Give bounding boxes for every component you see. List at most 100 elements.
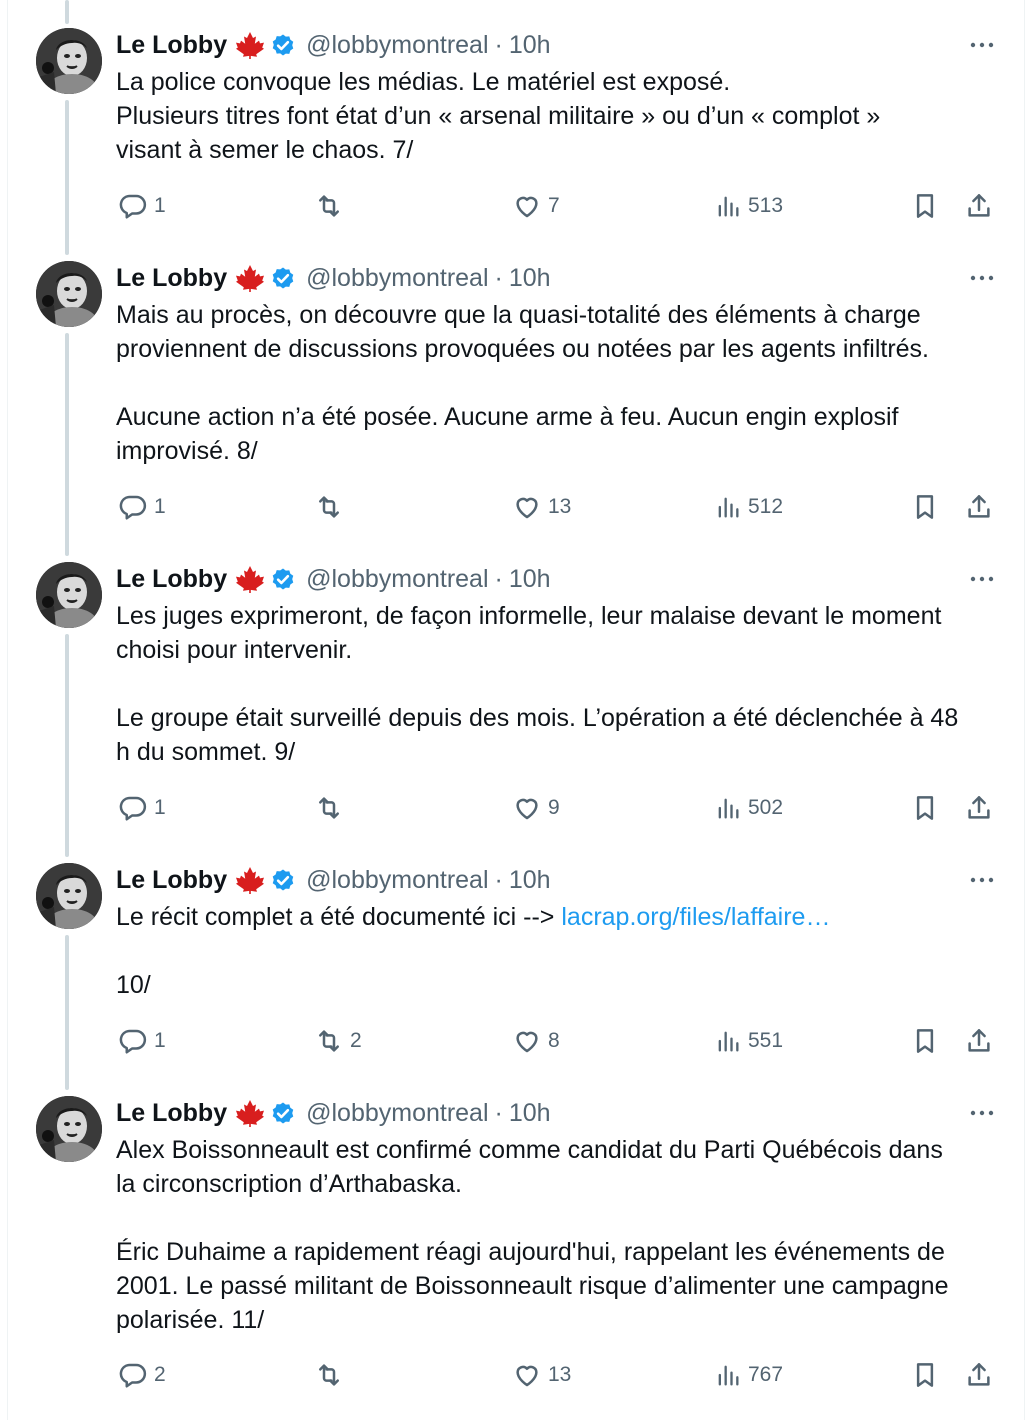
verified-badge-icon[interactable]	[269, 565, 297, 593]
more-options-icon[interactable]	[966, 28, 998, 62]
tweet-text-segment: Le groupe était surveillé depuis des moi…	[116, 704, 959, 732]
like-button[interactable]: 9	[512, 791, 560, 825]
heart-icon	[512, 191, 542, 221]
retweet-button[interactable]	[314, 791, 350, 825]
reply-button[interactable]: 1	[118, 490, 166, 524]
tweet-text-segment: la circonscription d’Arthabaska.	[116, 1170, 462, 1198]
timestamp[interactable]: 10h	[509, 31, 551, 60]
like-button[interactable]: 7	[512, 189, 560, 223]
retweet-button[interactable]	[314, 490, 350, 524]
avatar[interactable]	[36, 1096, 102, 1162]
reply-icon	[118, 793, 148, 823]
tweet-text-segment: Le récit complet a été documenté ici -->	[116, 903, 562, 931]
reply-button[interactable]: 1	[118, 189, 166, 223]
timestamp[interactable]: 10h	[509, 565, 551, 594]
author-handle[interactable]: @lobbymontreal	[306, 565, 488, 594]
bookmark-button[interactable]	[910, 1024, 940, 1058]
bookmark-button[interactable]	[910, 1358, 940, 1392]
timestamp[interactable]: 10h	[509, 1099, 551, 1128]
avatar[interactable]	[36, 863, 102, 929]
tweet-text-segment: Alex Boissonneault est confirmé comme ca…	[116, 1136, 943, 1164]
share-button[interactable]	[964, 1358, 994, 1392]
likes-count: 13	[548, 1363, 572, 1386]
tweet-text-segment: visant à semer le chaos. 7/	[116, 136, 414, 164]
reply-button[interactable]: 2	[118, 1358, 166, 1392]
tweet[interactable]: Le Lobby @lobbymontreal · 10h La police conv…	[0, 0, 1030, 255]
views-button[interactable]: 551	[714, 1024, 783, 1058]
author-handle[interactable]: @lobbymontreal	[306, 31, 488, 60]
share-button[interactable]	[964, 1024, 994, 1058]
author-name[interactable]: Le Lobby	[116, 264, 227, 293]
thread-connector-line	[65, 935, 69, 1090]
views-chart-icon	[714, 1027, 742, 1055]
tweet-text-line: Éric Duhaime a rapidement réagi aujourd'…	[116, 1235, 996, 1269]
tweet-text-segment: Éric Duhaime a rapidement réagi aujourd'…	[116, 1238, 945, 1266]
tweet[interactable]: Le Lobby @lobbymontreal · 10h Mais au procès…	[0, 261, 1030, 556]
tweet-header: Le Lobby @lobbymontreal · 10h	[116, 863, 551, 897]
like-button[interactable]: 13	[512, 490, 571, 524]
avatar[interactable]	[36, 28, 102, 94]
reply-button[interactable]: 1	[118, 1024, 166, 1058]
like-button[interactable]: 8	[512, 1024, 560, 1058]
retweet-button[interactable]: 2	[314, 1024, 362, 1058]
share-button[interactable]	[964, 490, 994, 524]
tweet-text-segment: proviennent de discussions provoquées ou…	[116, 335, 930, 363]
more-options-icon[interactable]	[966, 1096, 998, 1130]
maple-leaf-icon	[235, 565, 265, 593]
separator: ·	[494, 865, 503, 894]
verified-badge-icon[interactable]	[269, 264, 297, 292]
share-icon	[964, 191, 994, 221]
tweet[interactable]: Le Lobby @lobbymontreal · 10h Les juges expr…	[0, 562, 1030, 857]
author-name[interactable]: Le Lobby	[116, 565, 227, 594]
views-button[interactable]: 513	[714, 189, 783, 223]
thread-connector-line	[65, 333, 69, 556]
timestamp[interactable]: 10h	[509, 866, 551, 895]
views-button[interactable]: 502	[714, 791, 783, 825]
tweet-text-segment: improvisé. 8/	[116, 437, 258, 465]
tweet-text-segment: polarisée. 11/	[116, 1306, 265, 1334]
more-options-icon[interactable]	[966, 562, 998, 596]
tweet-text-line: Mais au procès, on découvre que la quasi…	[116, 298, 996, 332]
tweet-link[interactable]: lacrap.org/files/laffaire…	[561, 903, 830, 931]
reply-icon	[118, 1360, 148, 1390]
tweet[interactable]: Le Lobby @lobbymontreal · 10h Alex Boissonne…	[0, 1096, 1030, 1402]
author-name[interactable]: Le Lobby	[116, 866, 227, 895]
retweets-count: 2	[350, 1029, 362, 1052]
retweet-icon	[314, 191, 344, 221]
author-name[interactable]: Le Lobby	[116, 1099, 227, 1128]
verified-badge-icon[interactable]	[269, 1099, 297, 1127]
verified-badge-icon[interactable]	[269, 31, 297, 59]
retweet-button[interactable]	[314, 1358, 350, 1392]
author-handle[interactable]: @lobbymontreal	[306, 1099, 488, 1128]
avatar[interactable]	[36, 562, 102, 628]
author-handle[interactable]: @lobbymontreal	[306, 264, 488, 293]
maple-leaf-icon	[235, 866, 265, 894]
author-name[interactable]: Le Lobby	[116, 31, 227, 60]
share-button[interactable]	[964, 791, 994, 825]
more-options-icon[interactable]	[966, 261, 998, 295]
bookmark-icon	[910, 492, 940, 522]
retweet-button[interactable]	[314, 189, 350, 223]
author-handle[interactable]: @lobbymontreal	[306, 866, 488, 895]
bookmark-button[interactable]	[910, 490, 940, 524]
avatar[interactable]	[36, 261, 102, 327]
more-options-icon[interactable]	[966, 863, 998, 897]
separator: ·	[494, 1098, 503, 1127]
views-button[interactable]: 767	[714, 1358, 783, 1392]
tweet-text-segment: h du sommet. 9/	[116, 738, 296, 766]
bookmark-icon	[910, 1360, 940, 1390]
tweet-header: Le Lobby @lobbymontreal · 10h	[116, 1096, 551, 1130]
bookmark-button[interactable]	[910, 189, 940, 223]
verified-badge-icon[interactable]	[269, 866, 297, 894]
like-button[interactable]: 13	[512, 1358, 571, 1392]
reply-button[interactable]: 1	[118, 791, 166, 825]
timestamp[interactable]: 10h	[509, 264, 551, 293]
tweet-header: Le Lobby @lobbymontreal · 10h	[116, 261, 551, 295]
tweet[interactable]: Le Lobby @lobbymontreal · 10h Le récit compl…	[0, 863, 1030, 1090]
replies-count: 1	[154, 495, 166, 518]
heart-icon	[512, 1360, 542, 1390]
tweet-text-line: improvisé. 8/	[116, 434, 996, 468]
views-button[interactable]: 512	[714, 490, 783, 524]
share-button[interactable]	[964, 189, 994, 223]
bookmark-button[interactable]	[910, 791, 940, 825]
